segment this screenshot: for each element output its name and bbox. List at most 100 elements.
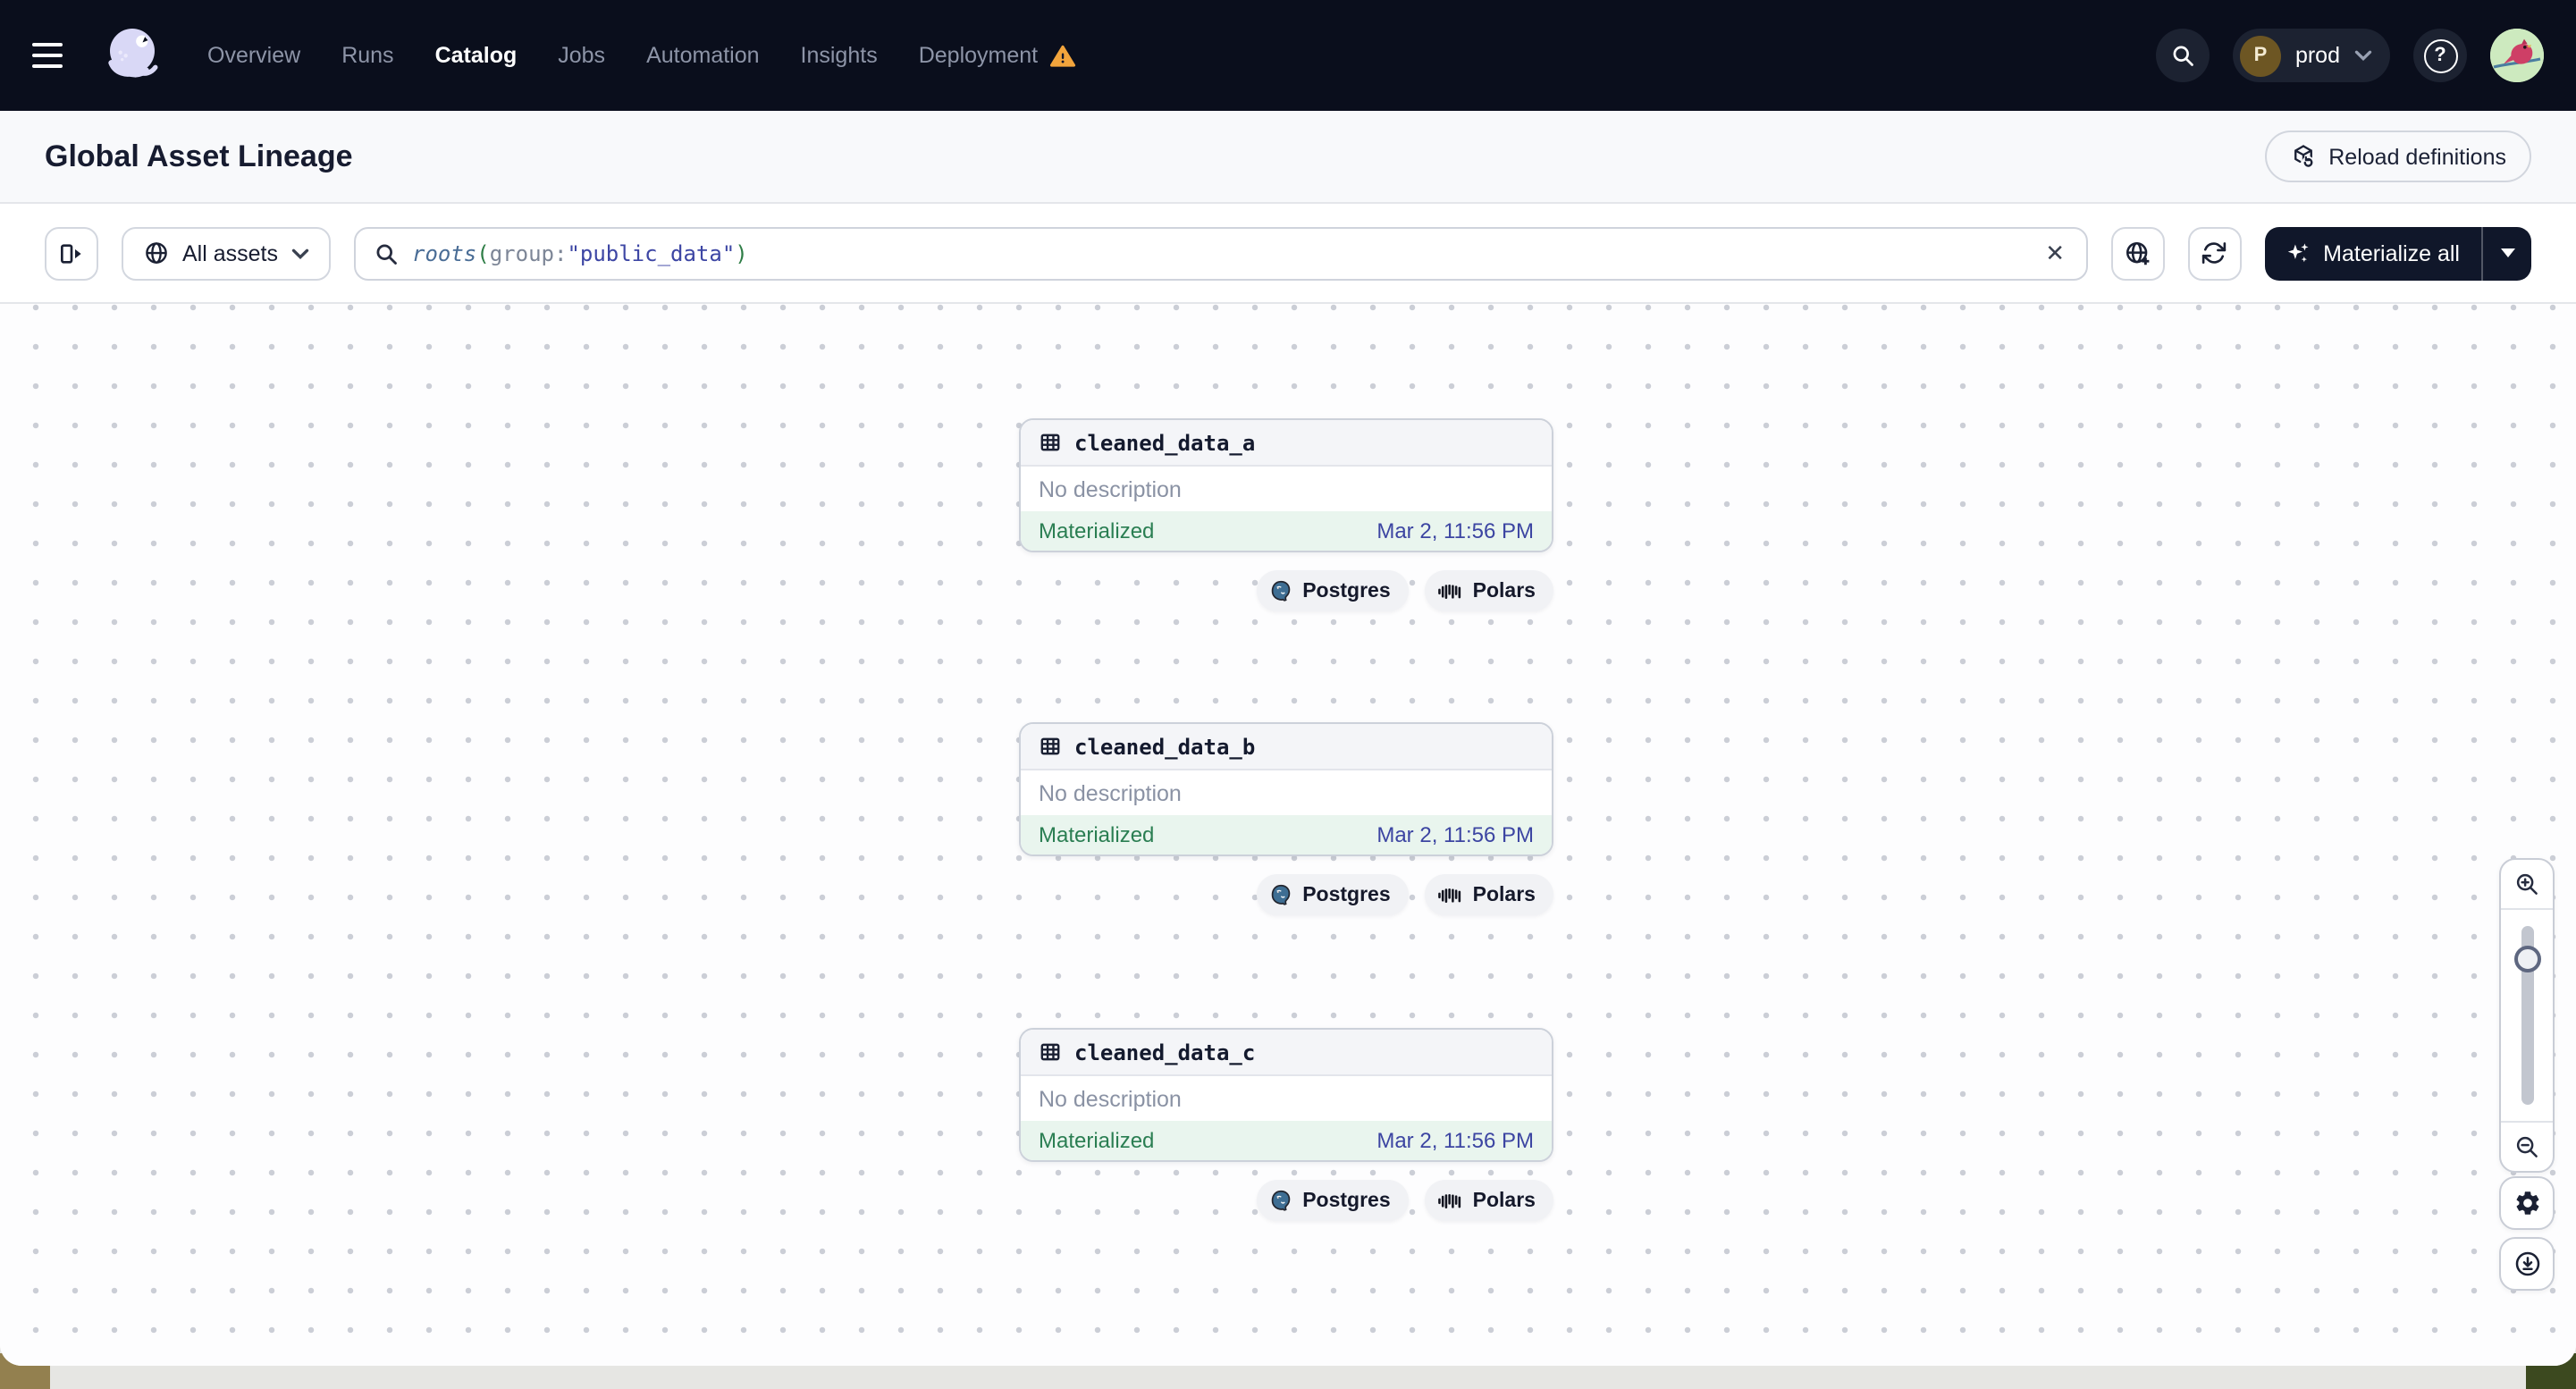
asset-node-group: cleaned_data_a No description Materializ… <box>1019 418 1553 611</box>
asset-description: No description <box>1039 780 1182 805</box>
materialization-timestamp[interactable]: Mar 2, 11:56 PM <box>1376 1128 1534 1153</box>
caret-down-icon <box>2500 248 2514 257</box>
refresh-icon <box>2201 242 2227 264</box>
asset-status-row: Materialized Mar 2, 11:56 PM <box>1021 511 1552 551</box>
postgres-logo-icon <box>1270 1190 1290 1211</box>
chevron-down-icon <box>2354 50 2372 61</box>
nav-item-jobs[interactable]: Jobs <box>558 43 605 68</box>
help-button[interactable]: ? <box>2413 29 2467 82</box>
zoom-out-icon <box>2516 1136 2538 1158</box>
asset-scope-label: All assets <box>182 240 278 265</box>
zoom-slider-thumb[interactable] <box>2513 946 2540 972</box>
nav-item-runs[interactable]: Runs <box>341 43 393 68</box>
materialize-options-button[interactable] <box>2483 226 2531 280</box>
tag-label: Postgres <box>1302 884 1391 905</box>
tag-polars[interactable]: Polars <box>1424 874 1553 915</box>
sparkles-icon <box>2286 242 2308 262</box>
asset-node-group: cleaned_data_c No description Materializ… <box>1019 1028 1553 1221</box>
nav-item-automation[interactable]: Automation <box>646 43 759 68</box>
materialization-timestamp[interactable]: Mar 2, 11:56 PM <box>1376 518 1534 543</box>
graph-settings-button[interactable] <box>2499 1176 2555 1230</box>
asset-node-header: cleaned_data_b <box>1021 724 1552 770</box>
materialize-all-button[interactable]: Materialize all <box>2264 226 2481 280</box>
asset-tags: Postgres Polars <box>1019 874 1553 915</box>
cardinal-avatar-image <box>2490 29 2544 82</box>
zoom-in-icon <box>2516 873 2538 895</box>
asset-tags: Postgres Polars <box>1019 1180 1553 1221</box>
status-badge: Materialized <box>1039 1128 1155 1153</box>
lineage-canvas[interactable]: cleaned_data_a No description Materializ… <box>0 304 2576 1366</box>
tag-postgres[interactable]: Postgres <box>1256 1180 1409 1221</box>
asset-node-header: cleaned_data_c <box>1021 1030 1552 1076</box>
refresh-button[interactable] <box>2187 226 2242 280</box>
settings-gear-icon <box>2515 1191 2538 1215</box>
download-icon <box>2514 1251 2539 1276</box>
tag-label: Polars <box>1472 1190 1536 1211</box>
asset-node-cleaned-data-a[interactable]: cleaned_data_a No description Materializ… <box>1019 418 1553 552</box>
page-header: Global Asset Lineage Reload definitions <box>0 111 2576 204</box>
tag-polars[interactable]: Polars <box>1424 1180 1553 1221</box>
table-grid-icon <box>1040 737 1060 755</box>
lineage-toolbar: All assets roots(group:"public_data") ✕ <box>0 204 2576 304</box>
nav-item-deployment[interactable]: Deployment <box>919 42 1075 69</box>
page-title: Global Asset Lineage <box>45 139 353 173</box>
warning-triangle-icon <box>1049 44 1075 66</box>
app-window: Overview Runs Catalog Jobs Automation In… <box>0 0 2576 1366</box>
postgres-logo-icon <box>1270 580 1290 602</box>
asset-selection-query: roots(group:"public_data") <box>412 240 748 265</box>
asset-status-row: Materialized Mar 2, 11:56 PM <box>1021 1121 1552 1160</box>
table-grid-icon <box>1040 434 1060 451</box>
status-badge: Materialized <box>1039 518 1155 543</box>
search-icon <box>2173 46 2193 66</box>
asset-name: cleaned_data_a <box>1074 430 1256 455</box>
environment-switcher[interactable]: P prod <box>2232 29 2390 82</box>
tag-label: Postgres <box>1302 580 1391 602</box>
asset-description: No description <box>1039 476 1182 501</box>
asset-node-group: cleaned_data_b No description Materializ… <box>1019 722 1553 915</box>
status-badge: Materialized <box>1039 822 1155 847</box>
asset-selection-input[interactable]: roots(group:"public_data") ✕ <box>353 226 2088 280</box>
tag-postgres[interactable]: Postgres <box>1256 874 1409 915</box>
search-button[interactable] <box>2155 29 2210 82</box>
zoom-control-group <box>2499 858 2555 1173</box>
top-nav: Overview Runs Catalog Jobs Automation In… <box>0 0 2576 111</box>
hamburger-menu-button[interactable] <box>32 29 79 82</box>
panel-expand-icon <box>61 243 81 263</box>
reload-definitions-label: Reload definitions <box>2328 144 2506 169</box>
polars-logo-icon <box>1437 1194 1461 1208</box>
environment-label: prod <box>2294 43 2340 68</box>
cube-reload-icon <box>2294 145 2314 169</box>
asset-node-cleaned-data-c[interactable]: cleaned_data_c No description Materializ… <box>1019 1028 1553 1162</box>
open-sidebar-button[interactable] <box>45 226 98 280</box>
asset-node-cleaned-data-b[interactable]: cleaned_data_b No description Materializ… <box>1019 722 1553 856</box>
search-icon <box>375 243 396 264</box>
asset-status-row: Materialized Mar 2, 11:56 PM <box>1021 815 1552 854</box>
tag-polars[interactable]: Polars <box>1424 570 1553 611</box>
nav-item-overview[interactable]: Overview <box>207 43 300 68</box>
materialize-all-label: Materialize all <box>2323 240 2460 265</box>
nav-item-insights[interactable]: Insights <box>801 43 878 68</box>
zoom-out-button[interactable] <box>2501 1121 2553 1171</box>
materialization-timestamp[interactable]: Mar 2, 11:56 PM <box>1376 822 1534 847</box>
asset-name: cleaned_data_c <box>1074 1040 1256 1065</box>
zoom-in-button[interactable] <box>2501 860 2553 910</box>
new-selection-button[interactable] <box>2110 226 2165 280</box>
asset-description: No description <box>1039 1086 1182 1111</box>
download-image-button[interactable] <box>2499 1237 2555 1291</box>
asset-name: cleaned_data_b <box>1074 734 1256 759</box>
dagster-logo-icon[interactable] <box>97 20 168 91</box>
asset-scope-dropdown[interactable]: All assets <box>122 226 330 280</box>
tag-label: Polars <box>1472 580 1536 602</box>
table-grid-icon <box>1040 1043 1060 1061</box>
polars-logo-icon <box>1437 888 1461 903</box>
asset-node-header: cleaned_data_a <box>1021 420 1552 467</box>
reload-definitions-button[interactable]: Reload definitions <box>2264 130 2531 182</box>
user-avatar[interactable] <box>2490 29 2544 82</box>
tag-postgres[interactable]: Postgres <box>1256 570 1409 611</box>
globe-icon <box>146 242 167 264</box>
tag-label: Polars <box>1472 884 1536 905</box>
clear-query-button[interactable]: ✕ <box>2033 232 2076 274</box>
help-icon: ? <box>2423 38 2457 72</box>
nav-item-catalog[interactable]: Catalog <box>435 43 518 68</box>
polars-logo-icon <box>1437 585 1461 599</box>
